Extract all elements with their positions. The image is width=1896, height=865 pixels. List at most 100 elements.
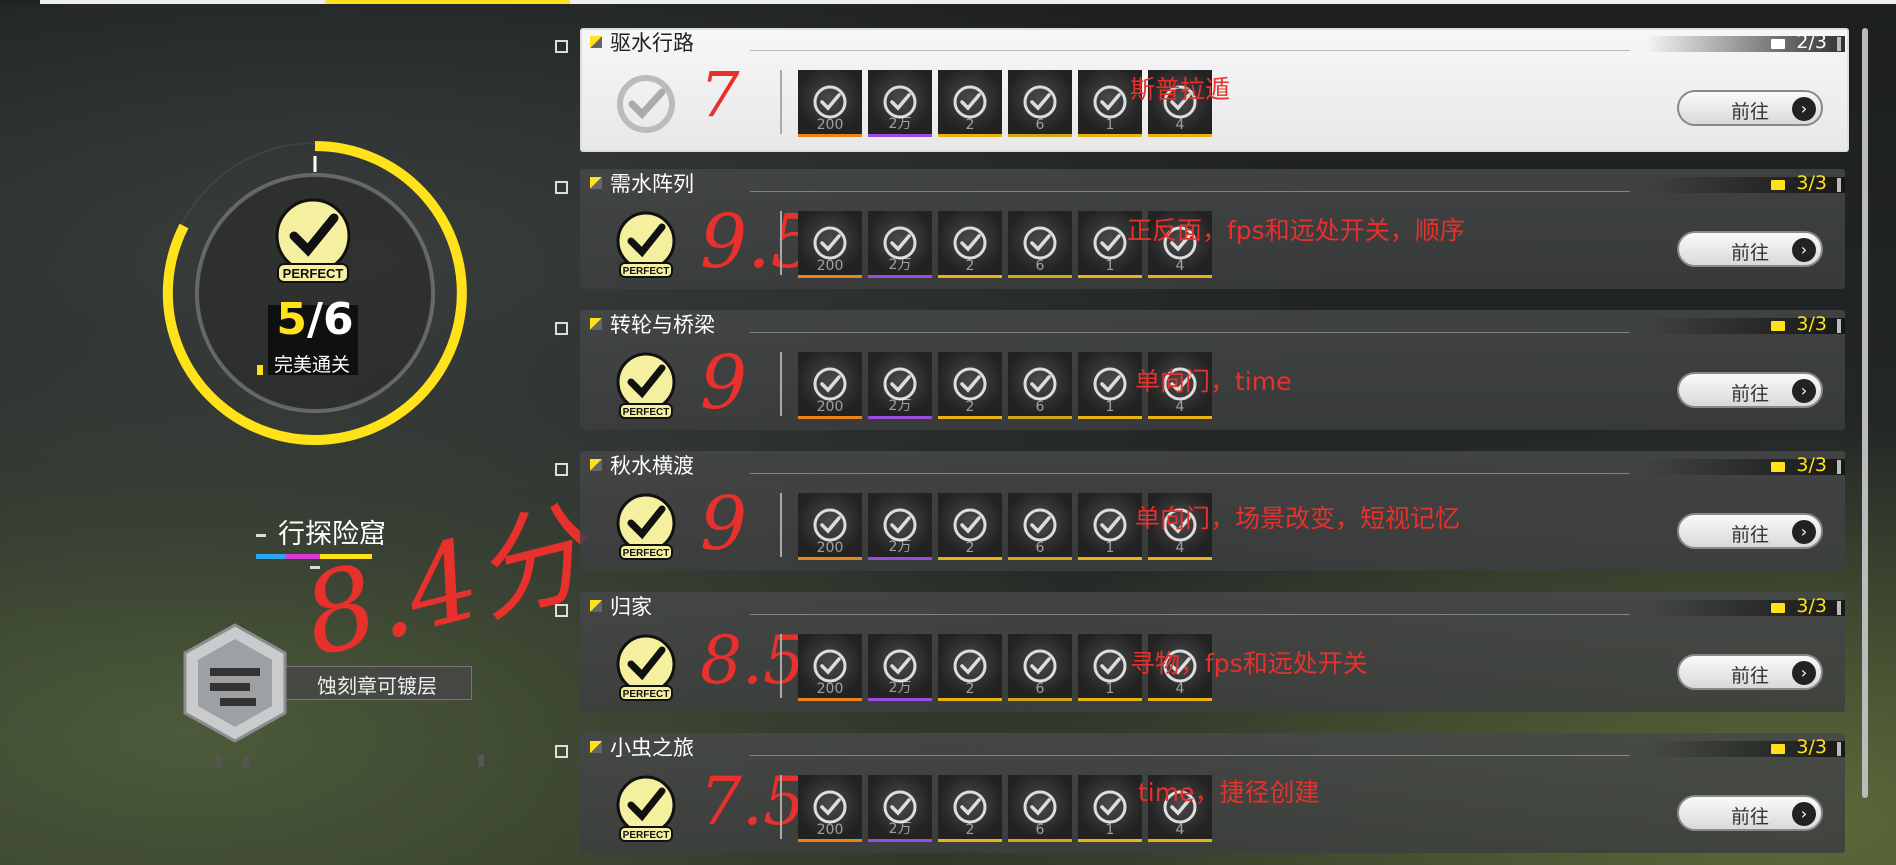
go-button[interactable]: 前往 › (1677, 654, 1823, 690)
go-button[interactable]: 前往 › (1677, 231, 1823, 267)
title-rule (750, 755, 1630, 756)
chevron-right-icon: › (1792, 97, 1816, 121)
reward-item[interactable]: 2万 (868, 352, 932, 419)
level-row[interactable]: 转轮与桥梁 3/3 PERFECT 9 200 2万 2 6 1 4 单向门，time 前往 › (580, 310, 1845, 430)
level-row[interactable]: 秋水横渡 3/3 PERFECT 9 200 2万 2 6 1 4 单向门，场景改变，短视记忆 前往 › (580, 451, 1845, 571)
reward-item[interactable]: 6 (1008, 211, 1072, 278)
scrollbar[interactable] (1862, 28, 1868, 798)
progress-end-mark (1837, 460, 1841, 474)
chevron-right-icon: › (1792, 802, 1816, 826)
level-row[interactable]: 驱水行路 2/3 7 200 2万 2 6 1 4 斯普拉遁 前往 › (580, 28, 1849, 152)
reward-item[interactable]: 2万 (868, 775, 932, 842)
check-icon (1093, 85, 1127, 119)
level-flag-icon (590, 36, 602, 48)
divider (780, 211, 782, 275)
reward-count: 2万 (888, 257, 912, 273)
level-score-annotation: 8.5 (700, 622, 805, 699)
title-rule (750, 332, 1630, 333)
reward-item[interactable]: 2万 (868, 211, 932, 278)
reward-count: 4 (1175, 258, 1185, 274)
reward-item[interactable]: 2 (938, 634, 1002, 701)
reward-item[interactable]: 1 (1078, 493, 1142, 560)
reward-item[interactable]: 6 (1008, 70, 1072, 137)
reward-item[interactable]: 6 (1008, 493, 1072, 560)
reward-count: 1 (1105, 540, 1115, 556)
reward-item[interactable]: 2 (938, 352, 1002, 419)
divider (780, 493, 782, 557)
decor-mark (243, 755, 249, 767)
reward-item[interactable]: 6 (1008, 352, 1072, 419)
status-marker (257, 365, 263, 375)
go-button-label: 前往 (1731, 101, 1770, 123)
chest-icon (1771, 462, 1785, 472)
reward-count: 1 (1105, 822, 1115, 838)
reward-item[interactable]: 200 (798, 775, 862, 842)
reward-item[interactable]: 2万 (868, 634, 932, 701)
title-rule (750, 473, 1630, 474)
reward-count: 4 (1175, 681, 1185, 697)
reward-count: 2万 (888, 539, 912, 555)
reward-item[interactable]: 1 (1078, 352, 1142, 419)
level-bullet (555, 604, 568, 617)
check-icon (953, 790, 987, 824)
reward-count: 2 (965, 258, 975, 274)
chevron-right-icon: › (1792, 379, 1816, 403)
perfect-medal-icon: PERFECT (616, 211, 676, 278)
chest-icon (1771, 744, 1785, 754)
level-row[interactable]: 需水阵列 3/3 PERFECT 9.5 200 2万 2 6 1 4 正反面，fps和远处开关，顺… (580, 169, 1845, 289)
reward-item[interactable]: 6 (1008, 775, 1072, 842)
reward-item[interactable]: 2万 (868, 493, 932, 560)
reward-count: 2万 (888, 116, 912, 132)
chest-icon (1771, 603, 1785, 613)
reward-count: 200 (816, 117, 844, 133)
reward-count: 6 (1035, 681, 1045, 697)
level-score-annotation: 7.5 (700, 763, 805, 840)
chest-icon (1771, 39, 1785, 49)
reward-item[interactable]: 2 (938, 70, 1002, 137)
reward-item[interactable]: 200 (798, 634, 862, 701)
level-row[interactable]: 小虫之旅 3/3 PERFECT 7.5 200 2万 2 6 1 4 time，捷径创建 前往 › (580, 733, 1845, 853)
reward-count: 1 (1105, 258, 1115, 274)
level-flag-icon (590, 600, 602, 612)
reward-item[interactable]: 2万 (868, 70, 932, 137)
check-icon (1093, 649, 1127, 683)
check-icon (1023, 790, 1057, 824)
reward-count: 6 (1035, 540, 1045, 556)
perfect-medal-icon: PERFECT (616, 493, 676, 560)
reward-count: 200 (816, 681, 844, 697)
svg-text:PERFECT: PERFECT (623, 266, 670, 277)
go-button[interactable]: 前往 › (1677, 795, 1823, 831)
svg-text:PERFECT: PERFECT (623, 830, 670, 841)
divider (780, 352, 782, 416)
go-button[interactable]: 前往 › (1677, 372, 1823, 408)
check-icon (813, 85, 847, 119)
go-button-label: 前往 (1731, 806, 1770, 828)
svg-text:PERFECT: PERFECT (623, 548, 670, 559)
check-icon (1093, 367, 1127, 401)
reward-count: 6 (1035, 117, 1045, 133)
reward-item[interactable]: 200 (798, 70, 862, 137)
go-button[interactable]: 前往 › (1677, 90, 1823, 126)
divider (780, 775, 782, 839)
level-progress: 3/3 (1796, 595, 1827, 617)
check-icon (1023, 85, 1057, 119)
reward-item[interactable]: 1 (1078, 775, 1142, 842)
check-icon (953, 226, 987, 260)
reward-item[interactable]: 2 (938, 211, 1002, 278)
check-icon (1023, 508, 1057, 542)
reward-item[interactable]: 200 (798, 211, 862, 278)
level-row[interactable]: 归家 3/3 PERFECT 8.5 200 2万 2 6 1 4 寻物，fps和远处开关 前往 › (580, 592, 1845, 712)
svg-text:PERFECT: PERFECT (283, 266, 344, 281)
level-name: 驱水行路 (610, 31, 694, 55)
reward-item[interactable]: 2 (938, 775, 1002, 842)
go-button[interactable]: 前往 › (1677, 513, 1823, 549)
svg-text:PERFECT: PERFECT (623, 407, 670, 418)
decor-mark (216, 755, 222, 767)
level-bullet (555, 322, 568, 335)
reward-item[interactable]: 6 (1008, 634, 1072, 701)
reward-item[interactable]: 2 (938, 493, 1002, 560)
level-note: time，捷径创建 (1138, 778, 1320, 807)
reward-item[interactable]: 200 (798, 493, 862, 560)
reward-item[interactable]: 200 (798, 352, 862, 419)
level-name: 需水阵列 (610, 172, 694, 196)
